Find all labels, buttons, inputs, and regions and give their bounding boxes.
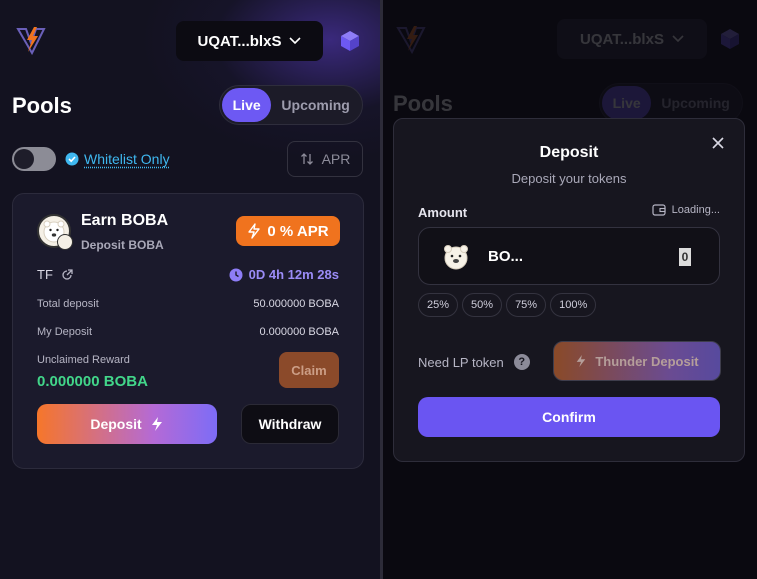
modal-subtitle: Deposit your tokens	[511, 171, 627, 186]
unclaimed-reward-value: 0.000000 BOBA	[37, 373, 148, 390]
tab-upcoming[interactable]: Upcoming	[271, 88, 360, 122]
external-link-icon	[62, 268, 73, 280]
need-lp-row: Need LP token ?	[418, 354, 530, 370]
wallet-balance: Loading...	[652, 204, 720, 216]
my-deposit-label: My Deposit	[37, 326, 93, 338]
apr-badge: 0 % APR	[236, 216, 340, 246]
logo-lightning-icon[interactable]	[16, 25, 46, 55]
percent-options: 25% 50% 75% 100%	[418, 293, 597, 317]
balance-status: Loading...	[671, 204, 720, 216]
tab-live: Live	[602, 86, 652, 120]
thunder-deposit-button[interactable]: Thunder Deposit	[553, 341, 721, 381]
project-link[interactable]: TF	[37, 267, 73, 282]
apr-sort-label: APR	[321, 151, 351, 167]
wallet-address-button: UQAT...blxS	[557, 19, 707, 59]
tab-live[interactable]: Live	[222, 88, 272, 122]
tab-upcoming: Upcoming	[661, 95, 730, 111]
pool-title: Earn BOBA	[81, 212, 169, 229]
my-deposit-value: 0.000000 BOBA	[259, 326, 339, 338]
app-root: UQAT...blxS Pools Live Upcoming Whitelis…	[0, 0, 757, 579]
toggle-knob	[14, 149, 34, 169]
percent-100-button[interactable]: 100%	[550, 293, 597, 317]
clock-icon	[229, 268, 243, 281]
logo-lightning-icon	[396, 26, 426, 54]
bolt-icon	[577, 355, 586, 367]
token-selector[interactable]: BO...	[488, 248, 523, 265]
wallet-address: UQAT...blxS	[197, 32, 282, 50]
wallet-address: UQAT...blxS	[580, 30, 664, 48]
need-lp-label: Need LP token	[418, 354, 504, 370]
wallet-address-button[interactable]: UQAT...blxS	[176, 21, 323, 61]
deposit-button-label: Deposit	[90, 416, 142, 432]
bolt-icon	[248, 223, 261, 239]
page-title: Pools	[393, 91, 453, 116]
wallet-icon	[652, 204, 666, 216]
verified-check-icon	[65, 152, 79, 166]
whitelist-toggle[interactable]	[12, 147, 56, 171]
page-title: Pools	[12, 93, 72, 118]
project-code: TF	[37, 267, 53, 282]
pool-status-tabs: Live Upcoming	[599, 83, 743, 123]
sort-arrows-icon	[300, 153, 313, 165]
amount-input[interactable]: 0	[679, 248, 691, 266]
boba-token-badge	[57, 234, 73, 250]
whitelist-label: Whitelist Only	[84, 151, 170, 167]
deposit-modal-screen: UQAT...blxS Pools Live Upcoming Deposit …	[383, 0, 757, 579]
whitelist-filter[interactable]: Whitelist Only	[65, 151, 170, 167]
thunder-deposit-label: Thunder Deposit	[595, 353, 699, 369]
pool-subtitle: Deposit BOBA	[81, 238, 164, 252]
apr-value: 0 % APR	[267, 222, 329, 240]
close-icon[interactable]	[710, 135, 726, 151]
deposit-button[interactable]: Deposit	[37, 404, 217, 444]
total-deposit-label: Total deposit	[37, 298, 99, 310]
confirm-button[interactable]: Confirm	[418, 397, 720, 437]
withdraw-button[interactable]: Withdraw	[241, 404, 339, 444]
pools-page: UQAT...blxS Pools Live Upcoming Whitelis…	[0, 0, 380, 579]
chevron-down-icon	[672, 35, 684, 43]
total-deposit-value: 50.000000 BOBA	[253, 298, 339, 310]
percent-25-button[interactable]: 25%	[418, 293, 459, 317]
amount-label: Amount	[418, 205, 468, 220]
percent-75-button[interactable]: 75%	[506, 293, 547, 317]
cube-icon[interactable]	[339, 30, 361, 52]
polar-bear-icon	[444, 245, 468, 270]
percent-50-button[interactable]: 50%	[462, 293, 503, 317]
pool-card: Earn BOBA Deposit BOBA 0 % APR TF 0D 4h …	[12, 193, 364, 469]
deposit-modal: Deposit Deposit your tokens Amount Loadi…	[393, 118, 745, 462]
pool-countdown: 0D 4h 12m 28s	[229, 267, 339, 282]
modal-title: Deposit	[539, 144, 599, 161]
help-icon[interactable]: ?	[513, 354, 530, 370]
chevron-down-icon	[289, 37, 302, 45]
apr-sort-button[interactable]: APR	[287, 141, 363, 177]
cube-icon	[721, 29, 739, 49]
claim-button[interactable]: Claim	[279, 352, 339, 388]
amount-input-box: BO... 0	[418, 227, 720, 285]
bolt-icon	[151, 417, 162, 431]
pool-status-tabs: Live Upcoming	[219, 85, 363, 125]
countdown-value: 0D 4h 12m 28s	[248, 267, 339, 282]
unclaimed-reward-label: Unclaimed Reward	[37, 354, 130, 366]
